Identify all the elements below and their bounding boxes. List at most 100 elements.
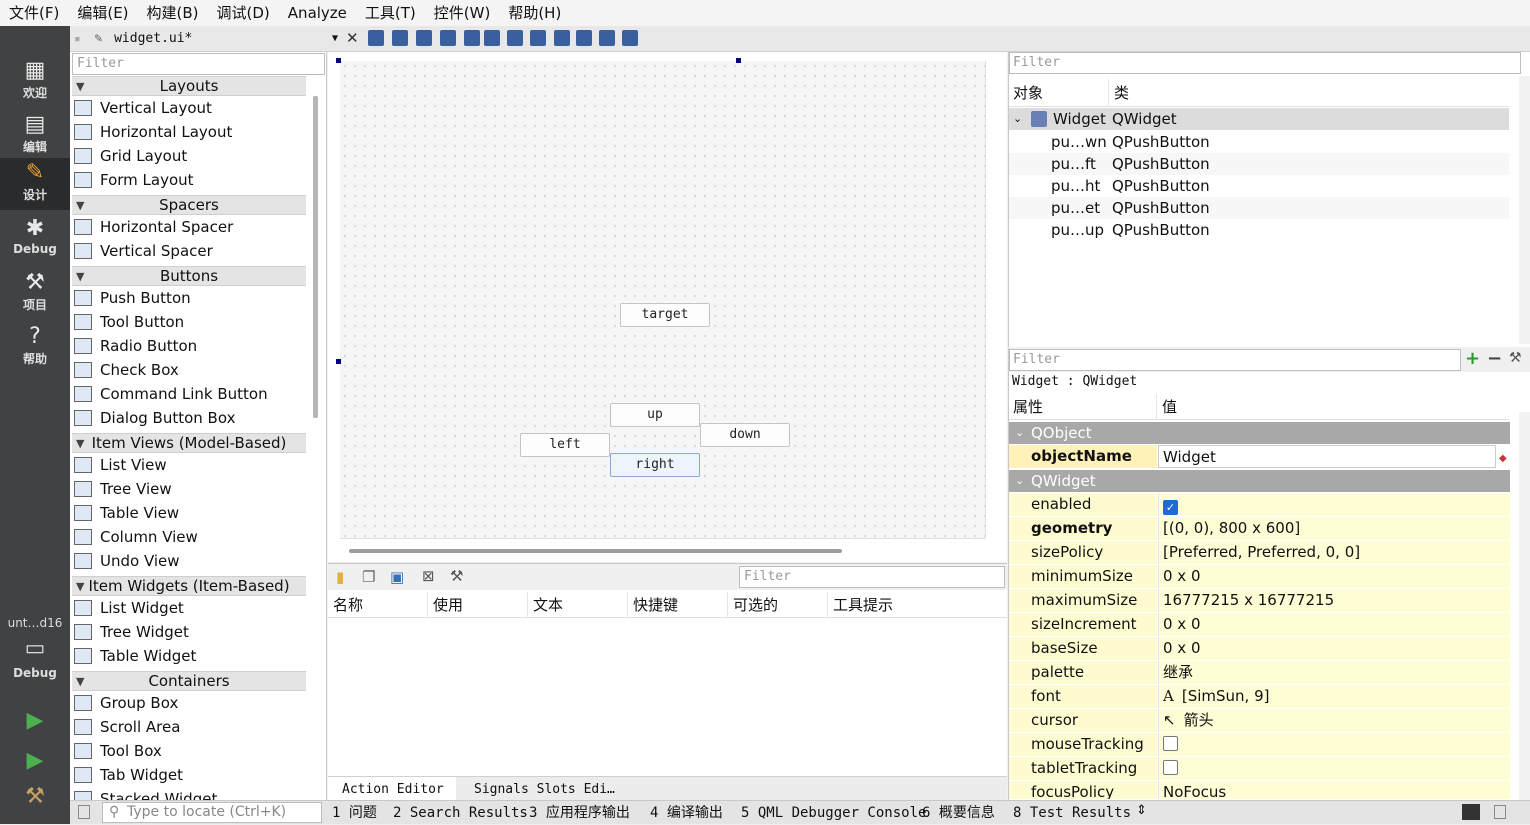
widget-item[interactable]: Table View [74, 501, 306, 525]
object-row[interactable]: pu…ht QPushButton [1009, 175, 1509, 197]
category-layouts[interactable]: ▼ Layouts [72, 76, 306, 96]
mode-projects[interactable]: ⚒ 项目 [0, 268, 70, 320]
menu-widgets[interactable]: 控件(W) [425, 0, 500, 26]
widget-item[interactable]: Tool Button [74, 310, 306, 334]
layout-form-icon[interactable] [576, 30, 592, 46]
resize-handle[interactable] [736, 58, 741, 63]
layout-vertical-icon[interactable] [484, 30, 500, 46]
menu-tools[interactable]: 工具(T) [356, 0, 425, 26]
object-row[interactable]: pu…wn QPushButton [1009, 131, 1509, 153]
property-value[interactable]: 16777215 x 16777215 [1158, 589, 1510, 612]
category-buttons[interactable]: ▼ Buttons [72, 266, 306, 286]
property-value[interactable]: 0 x 0 [1158, 613, 1510, 636]
remove-property-icon[interactable]: − [1487, 348, 1502, 369]
menu-file[interactable]: 文件(F) [0, 0, 68, 26]
column-header[interactable]: 使用 [428, 592, 528, 618]
build-button[interactable]: ⚒ [20, 782, 50, 812]
add-property-icon[interactable]: + [1465, 348, 1480, 369]
run-button[interactable]: ▶ [20, 706, 50, 736]
tab-action-editor[interactable]: Action Editor [328, 777, 456, 802]
menu-build[interactable]: 构建(B) [138, 0, 208, 26]
mouse-tracking-checkbox[interactable] [1163, 736, 1178, 751]
output-tab-compile[interactable]: 4 编译输出 [650, 801, 723, 825]
locator-input[interactable]: ⚲ Type to locate (Ctrl+K) [102, 802, 322, 823]
layout-horizontal-icon[interactable] [464, 30, 480, 46]
widget-item[interactable]: Vertical Layout [74, 96, 306, 120]
edit-buddies-icon[interactable] [416, 30, 432, 46]
edit-widgets-icon[interactable] [368, 30, 384, 46]
object-row[interactable]: pu…up QPushButton [1009, 219, 1509, 241]
property-row-objectname[interactable]: objectName Widget ◆ [1009, 445, 1510, 469]
mode-debug[interactable]: ✱ Debug [0, 214, 70, 266]
property-filter-input[interactable]: Filter [1009, 349, 1461, 371]
property-row[interactable]: › geometry [(0, 0), 800 x 600] [1009, 517, 1510, 541]
object-filter-input[interactable]: Filter [1009, 52, 1521, 74]
paste-action-icon[interactable]: ▣ [390, 568, 404, 586]
object-row-root[interactable]: ⌄ Widget QWidget [1009, 108, 1509, 130]
open-document-selector[interactable]: ▪ ✎ widget.ui* ▼ [74, 29, 342, 49]
property-value[interactable]: 0 x 0 [1158, 637, 1510, 660]
resize-handle[interactable] [336, 359, 341, 364]
widget-item[interactable]: Check Box [74, 358, 306, 382]
kit-selector[interactable]: unt…d16 ▭ Debug [0, 614, 70, 694]
widget-item[interactable]: List View [74, 453, 306, 477]
widget-box-scrollbar[interactable] [313, 96, 318, 418]
property-row[interactable]: palette 继承 [1009, 661, 1510, 685]
widget-item[interactable]: Horizontal Spacer [74, 215, 306, 239]
toggle-right-sidebar-icon[interactable] [1494, 805, 1506, 819]
canvas-scrollbar[interactable] [349, 549, 842, 553]
tablet-tracking-checkbox[interactable] [1163, 760, 1178, 775]
up-button[interactable]: up [610, 403, 700, 427]
column-header[interactable]: 对象 [1013, 79, 1109, 107]
tab-signals-slots[interactable]: Signals Slots Edi… [474, 777, 674, 802]
widget-item[interactable]: Tab Widget [74, 763, 306, 787]
enabled-checkbox[interactable]: ✓ [1163, 500, 1178, 515]
widget-item[interactable]: Command Link Button [74, 382, 306, 406]
widget-item[interactable]: Table Widget [74, 644, 306, 668]
updown-arrows-icon[interactable]: ⇕ [1136, 803, 1147, 818]
configure-icon[interactable]: ⚒ [450, 567, 463, 585]
property-row[interactable]: mouseTracking [1009, 733, 1510, 757]
property-group-qobject[interactable]: ⌄ QObject [1009, 422, 1510, 444]
configure-icon[interactable]: ⚒ [1509, 350, 1522, 366]
widget-item[interactable]: Column View [74, 525, 306, 549]
widget-item[interactable]: Tree Widget [74, 620, 306, 644]
column-header[interactable]: 文本 [528, 592, 628, 618]
property-value[interactable]: 继承 [1158, 661, 1510, 684]
property-value[interactable]: ✓ [1158, 493, 1510, 516]
property-value[interactable]: ↖ 箭头 [1158, 709, 1510, 732]
category-spacers[interactable]: ▼ Spacers [72, 195, 306, 215]
widget-item[interactable]: Stacked Widget [74, 787, 306, 800]
widget-item[interactable]: Tree View [74, 477, 306, 501]
output-tab-issues[interactable]: 1 问题 [332, 801, 377, 825]
property-value[interactable]: [(0, 0), 800 x 600] [1158, 517, 1510, 540]
widget-item[interactable]: Horizontal Layout [74, 120, 306, 144]
right-button[interactable]: right [610, 453, 700, 477]
new-action-icon[interactable]: ▮ [336, 568, 344, 586]
category-item-widgets[interactable]: ▼ Item Widgets (Item-Based) [72, 576, 306, 596]
widget-item[interactable]: Vertical Spacer [74, 239, 306, 263]
toggle-sidebar-icon[interactable] [78, 805, 90, 819]
delete-action-icon[interactable]: ⊠ [422, 567, 435, 585]
property-value[interactable] [1158, 733, 1510, 756]
property-row[interactable]: cursor ↖ 箭头 [1009, 709, 1510, 733]
close-document-icon[interactable]: ✕ [346, 29, 359, 47]
widget-item[interactable]: Scroll Area [74, 715, 306, 739]
column-header[interactable]: 名称 [328, 592, 428, 618]
reset-icon[interactable]: ◆ [1499, 447, 1507, 470]
layout-splitter-h-icon[interactable] [507, 30, 523, 46]
action-filter-input[interactable]: Filter [739, 566, 1005, 588]
widget-item[interactable]: Form Layout [74, 168, 306, 192]
property-editor-scrollbar[interactable] [1519, 412, 1530, 800]
widget-item[interactable]: Undo View [74, 549, 306, 573]
target-button[interactable]: target [620, 303, 710, 327]
form-canvas[interactable]: target up left down right [340, 61, 986, 539]
property-row[interactable]: › sizePolicy [Preferred, Preferred, 0, 0… [1009, 541, 1510, 565]
menu-debug[interactable]: 调试(D) [208, 0, 279, 26]
mode-help[interactable]: ? 帮助 [0, 322, 70, 374]
layout-splitter-v-icon[interactable] [530, 30, 546, 46]
property-row[interactable]: › minimumSize 0 x 0 [1009, 565, 1510, 589]
property-group-qwidget[interactable]: ⌄ QWidget [1009, 470, 1510, 492]
widget-item[interactable]: Radio Button [74, 334, 306, 358]
object-name-field[interactable]: Widget [1158, 445, 1496, 468]
